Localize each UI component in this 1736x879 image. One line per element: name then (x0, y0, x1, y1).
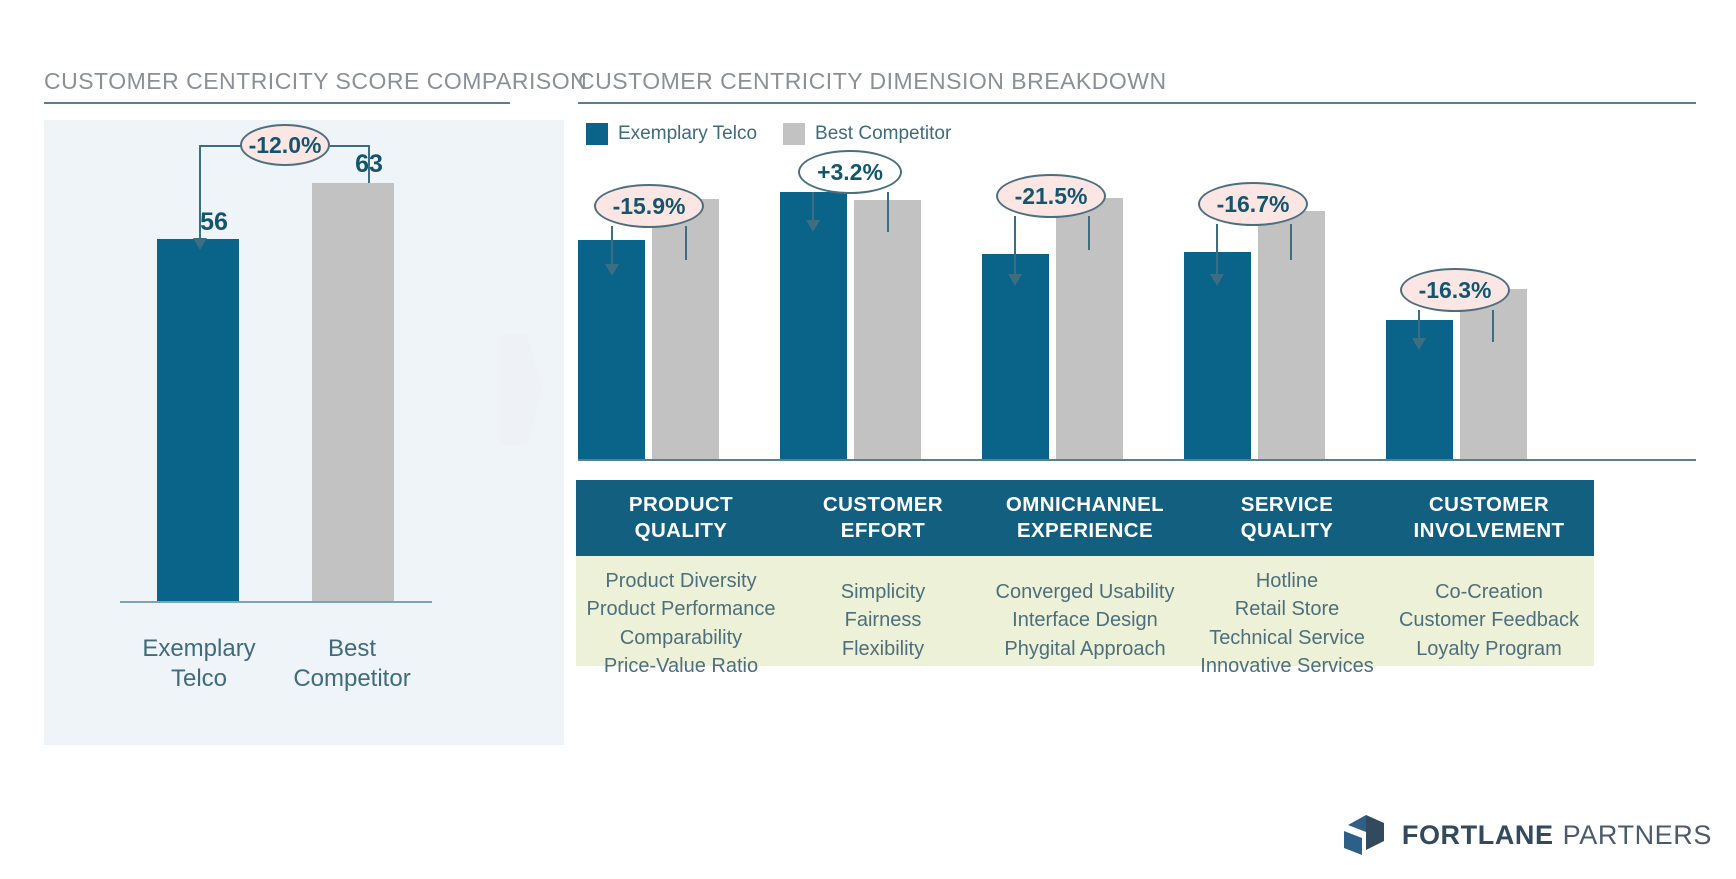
dimension-card-4[interactable]: CUSTOMER INVOLVEMENT Co-Creation Custome… (1384, 480, 1594, 666)
group-2-tick-right (1088, 216, 1090, 250)
right-section-title: CUSTOMER CENTRICITY DIMENSION BREAKDOWN (578, 68, 1167, 94)
left-category-label-1: Best Competitor (293, 635, 411, 692)
dimension-items-4: Co-Creation Customer Feedback Loyalty Pr… (1384, 556, 1594, 666)
group-badge-0: -15.9% (594, 184, 704, 228)
bar-best-competitor (312, 183, 394, 601)
left-callout-bracket-left (199, 145, 244, 147)
group-3-arrow-shaft (1216, 224, 1218, 276)
dimension-card-1[interactable]: CUSTOMER EFFORT Simplicity Fairness Flex… (778, 480, 988, 666)
group-1-arrowhead (806, 220, 820, 232)
dimension-card-2[interactable]: OMNICHANNEL EXPERIENCE Converged Usabili… (980, 480, 1190, 666)
logo-brand-light: PARTNERS (1562, 819, 1712, 850)
dimension-header-2: OMNICHANNEL EXPERIENCE (980, 480, 1190, 556)
dimension-header-4: CUSTOMER INVOLVEMENT (1384, 480, 1594, 556)
left-callout-line-right (368, 145, 370, 183)
group-1-bar-competitor (854, 200, 921, 459)
left-bar-value-0: 56 (200, 208, 228, 236)
company-logo: FORTLANE PARTNERS (1340, 811, 1712, 859)
group-2-arrowhead (1008, 274, 1022, 286)
left-callout-arrowhead (193, 238, 207, 250)
group-1-bar-telco (780, 192, 847, 459)
left-delta-badge: -12.0% (240, 124, 330, 166)
dimension-items-2: Converged Usability Interface Design Phy… (980, 556, 1190, 666)
score-comparison-panel: -12.0% 56 63 Exemplary Telco Best Compet… (44, 120, 564, 745)
group-0-arrow-shaft (611, 226, 613, 266)
group-3-tick-right (1290, 224, 1292, 260)
group-badge-2: -21.5% (996, 174, 1106, 218)
dimension-card-0[interactable]: PRODUCT QUALITY Product Diversity Produc… (576, 480, 786, 677)
dimension-items-3: Hotline Retail Store Technical Service I… (1182, 556, 1392, 677)
left-title-rule (44, 102, 510, 104)
group-badge-3: -16.7% (1198, 182, 1308, 226)
left-axis-line (120, 601, 432, 603)
left-callout-bracket-right (325, 145, 370, 147)
group-badge-4: -16.3% (1400, 268, 1510, 312)
group-0-tick-right (685, 226, 687, 260)
dimension-header-1: CUSTOMER EFFORT (778, 480, 988, 556)
right-axis-line (578, 459, 1696, 461)
dimension-header-0: PRODUCT QUALITY (576, 480, 786, 556)
group-badge-1: +3.2% (798, 150, 902, 194)
group-4-tick-right (1492, 310, 1494, 342)
left-section-title: CUSTOMER CENTRICITY SCORE COMPARISON (44, 68, 588, 94)
logo-brand-bold: FORTLANE (1401, 819, 1554, 850)
fortlane-cube-icon (1340, 811, 1388, 859)
group-4-arrowhead (1412, 338, 1426, 350)
dimension-header-3: SERVICE QUALITY (1182, 480, 1392, 556)
group-2-arrow-shaft (1014, 216, 1016, 276)
dimension-items-0: Product Diversity Product Performance Co… (576, 556, 786, 677)
dimension-items-1: Simplicity Fairness Flexibility (778, 556, 988, 666)
group-1-tick-right (887, 192, 889, 232)
right-title-rule (578, 102, 1696, 104)
dimension-card-3[interactable]: SERVICE QUALITY Hotline Retail Store Tec… (1182, 480, 1392, 677)
dimension-breakdown-panel: -15.9% +3.2% -21.5% -16.7% -16.3% PRODUC… (576, 120, 1696, 745)
left-callout-line-left (199, 145, 201, 240)
logo-wordmark: FORTLANE PARTNERS (1402, 820, 1712, 851)
bar-exemplary-telco (157, 239, 239, 601)
left-category-label-0: Exemplary Telco (142, 635, 256, 692)
group-3-arrowhead (1210, 274, 1224, 286)
group-0-arrowhead (605, 264, 619, 276)
